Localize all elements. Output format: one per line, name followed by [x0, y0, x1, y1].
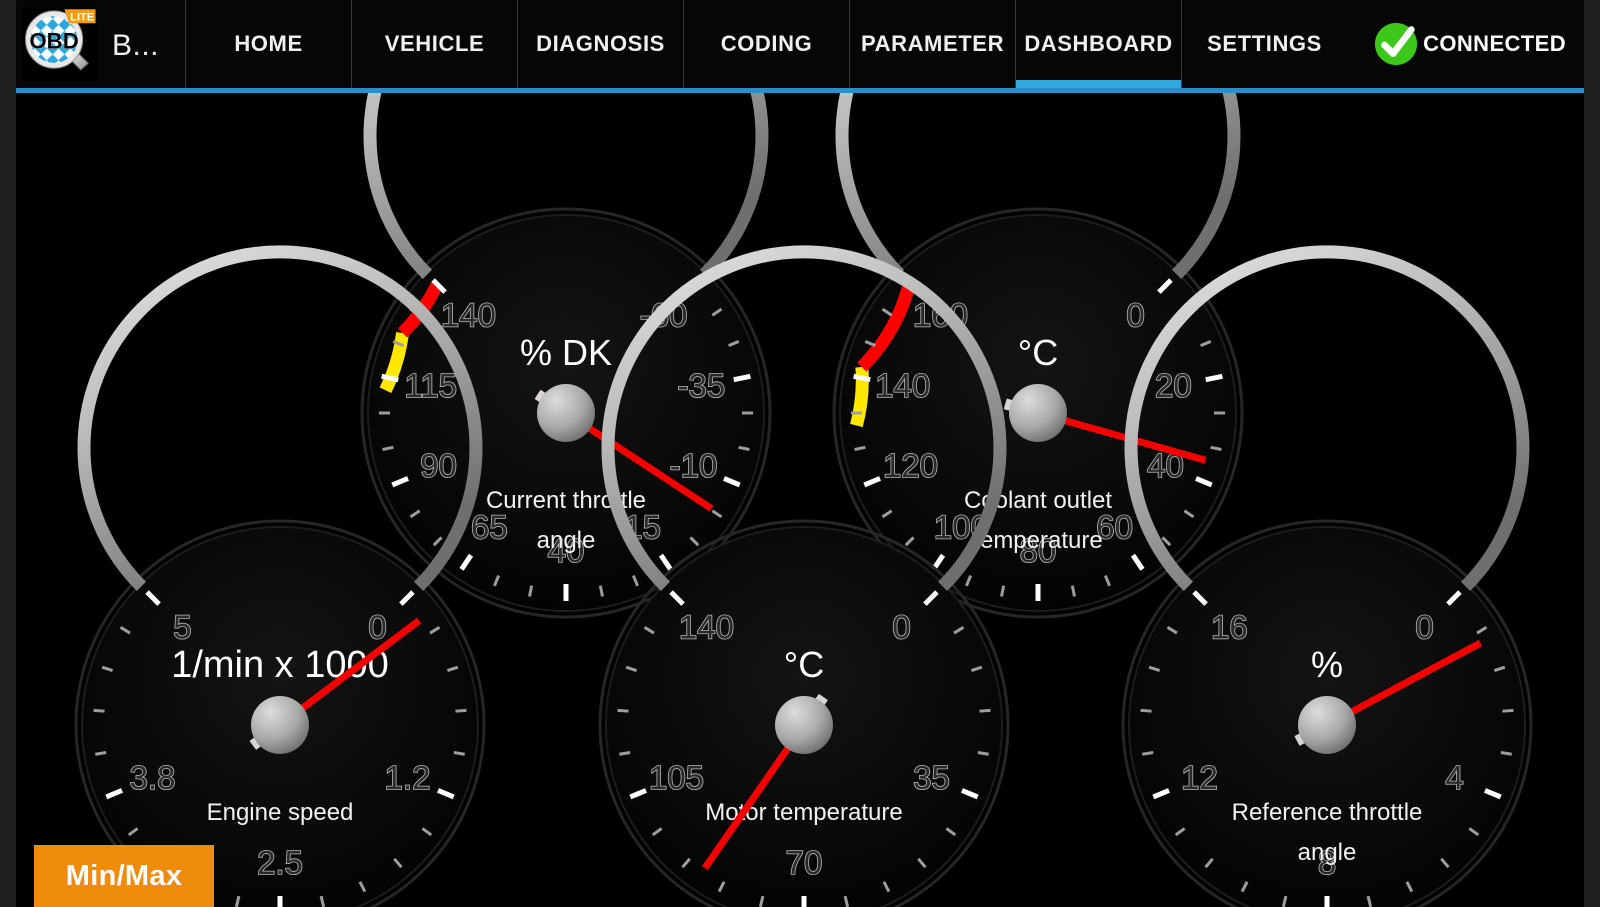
- top-navigation-bar: OBD LITE B... HOME VEHICLE DIAGNOSIS CODING…: [16, 0, 1584, 89]
- gauge-minor-tick: [93, 708, 105, 713]
- nav-item-label: DIAGNOSIS: [536, 31, 665, 56]
- gauge-minor-tick: [1142, 751, 1154, 756]
- nav-item-label: VEHICLE: [384, 31, 485, 56]
- gauge-hub: [537, 384, 595, 442]
- gauge-tick-label: 5: [173, 608, 191, 645]
- gauge-unit-label: °C: [784, 644, 824, 685]
- gauge-minor-tick: [1070, 585, 1076, 597]
- nav-item-diagnosis[interactable]: DIAGNOSIS: [517, 0, 683, 88]
- gauge-title: Reference throttle: [1232, 799, 1423, 826]
- svg-text:OBD: OBD: [29, 28, 78, 53]
- gauge-minor-tick: [617, 708, 629, 713]
- gauge-tick-label: 16: [1211, 608, 1248, 645]
- gauge-minor-tick: [382, 445, 394, 451]
- gauge-hub: [1009, 384, 1067, 442]
- gauge-minor-tick: [453, 751, 465, 756]
- dashboard-app: OBD LITE B... HOME VEHICLE DIAGNOSIS CODING…: [0, 0, 1600, 907]
- nav-item-home[interactable]: HOME: [185, 0, 351, 88]
- minmax-button[interactable]: Min/Max: [34, 845, 214, 907]
- gauge-tick-label: 120: [883, 447, 938, 484]
- gauge-hub: [1298, 696, 1356, 754]
- gauge-hub: [775, 696, 833, 754]
- gauge-motor-temperature[interactable]: 0 35 70 105 140 °C Motor temperature: [580, 245, 1028, 907]
- gauge-hub: [251, 696, 309, 754]
- gauge-tick-label: 2.5: [257, 844, 303, 881]
- gauge-tick-label: 105: [649, 759, 704, 796]
- svg-text:LITE: LITE: [70, 11, 94, 23]
- nav-item-settings[interactable]: SETTINGS: [1181, 0, 1347, 88]
- app-title: B...: [112, 29, 160, 62]
- lite-badge-icon: LITE: [64, 9, 96, 23]
- gauge-tick-label: 140: [875, 367, 930, 404]
- gauge-minor-tick: [1502, 708, 1514, 713]
- gauge-major-tick: [381, 373, 399, 383]
- gauge-title: angle: [1298, 839, 1357, 866]
- nav-item-dashboard[interactable]: DASHBOARD: [1015, 0, 1182, 89]
- gauge-tick-label: 35: [913, 759, 950, 796]
- gauge-minor-tick: [1210, 445, 1222, 451]
- nav-item-parameter[interactable]: PARAMETER: [849, 0, 1015, 88]
- gauge-major-tick: [853, 373, 871, 383]
- gauge-major-tick: [1205, 373, 1223, 383]
- gauge-tick-label: 3.8: [130, 759, 176, 796]
- gauge-tick-label: 12: [1181, 759, 1218, 796]
- gauge-tick-label: 0: [892, 608, 910, 645]
- gauge-minor-tick: [455, 708, 467, 713]
- gauge-tick-label: 0: [368, 608, 386, 645]
- gauge-minor-tick: [1140, 708, 1152, 713]
- gauge-tick-label: 115: [404, 367, 457, 404]
- gauge-tick-label: 90: [420, 447, 457, 484]
- gauge-minor-tick: [95, 751, 107, 756]
- app-logo: OBD LITE: [16, 0, 104, 88]
- nav-item-label: PARAMETER: [860, 31, 1005, 56]
- gauge-stage: -60 -35 -10 15 40 65 90 115 140% DK Current throt…: [16, 93, 1584, 907]
- gauge-tick-label: 140: [679, 608, 734, 645]
- gauge-tick-label: -35: [677, 367, 725, 404]
- gauge-unit-label: °C: [1018, 332, 1058, 373]
- gauge-minor-tick: [1500, 751, 1512, 756]
- gauge-tick-label: 140: [441, 296, 496, 333]
- gauge-minor-tick: [854, 445, 866, 451]
- gauge-tick-label: 0: [1126, 296, 1144, 333]
- nav-item-label: DASHBOARD: [1024, 31, 1173, 56]
- nav-item-label: CODING: [720, 31, 813, 56]
- connection-status-label: CONNECTED: [1423, 31, 1566, 56]
- gauge-tick-label: -10: [670, 447, 718, 484]
- gauge-unit-label: % DK: [520, 332, 612, 373]
- check-circle-icon: [1374, 22, 1418, 66]
- connection-status: CONNECTED: [1347, 0, 1584, 88]
- gauge-minor-tick: [619, 751, 631, 756]
- main-nav: HOME VEHICLE DIAGNOSIS CODING PARAMETER DASHB…: [169, 0, 1347, 89]
- gauge-title: Engine speed: [207, 799, 354, 826]
- nav-item-label: SETTINGS: [1207, 31, 1322, 56]
- gauge-minor-tick: [977, 751, 989, 756]
- gauge-minor-tick: [738, 445, 750, 451]
- nav-item-label: HOME: [234, 31, 303, 56]
- gauge-tick-label: 4: [1445, 759, 1463, 796]
- gauge-tick-label: 70: [786, 844, 823, 881]
- gauge-tick-label: 1.2: [385, 759, 431, 796]
- gauge-minor-tick: [979, 708, 991, 713]
- gauge-tick-label: 20: [1155, 367, 1192, 404]
- obd-magnifier-logo-icon: OBD LITE: [23, 7, 97, 81]
- gauge-tick-label: 0: [1415, 608, 1433, 645]
- gauge-major-tick: [733, 373, 751, 383]
- gauge-minor-tick: [528, 585, 534, 597]
- nav-item-coding[interactable]: CODING: [683, 0, 849, 88]
- gauge-reference-throttle-angle[interactable]: 0 4 8 12 16% Reference throttle angle: [1103, 245, 1551, 907]
- nav-item-vehicle[interactable]: VEHICLE: [351, 0, 517, 88]
- gauge-unit-label: %: [1311, 644, 1343, 685]
